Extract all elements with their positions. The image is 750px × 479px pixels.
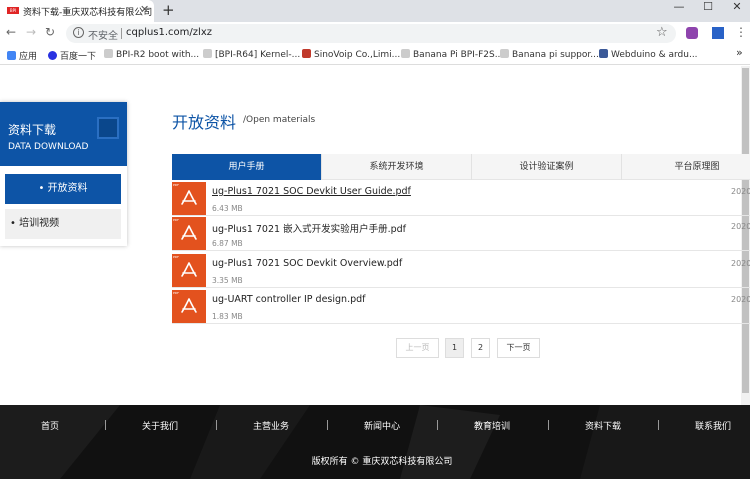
minimize-icon[interactable]: — (669, 0, 689, 13)
tab-schematics[interactable]: 平台原理图 (622, 154, 750, 180)
sidebar: 资料下载 DATA DOWNLOAD • 开放资料 • 培训视频 (0, 102, 127, 246)
footer-separator (105, 420, 106, 430)
file-name-link[interactable]: ug-Plus1 7021 SOC Devkit User Guide.pdf (212, 186, 411, 197)
file-date: 2020 (731, 295, 750, 304)
address-divider (121, 28, 122, 39)
pdf-file-icon: PDF (172, 182, 206, 215)
forward-icon[interactable]: → (26, 25, 36, 39)
footer-nav-item[interactable]: 教育培训 (442, 419, 542, 432)
sidebar-title: 资料下载 (8, 123, 57, 137)
baidu-paw-icon (48, 51, 57, 60)
url-text[interactable]: cqplus1.com/zlxz (126, 27, 212, 38)
reload-icon[interactable]: ↻ (45, 25, 55, 39)
extension-icon[interactable] (686, 27, 698, 39)
browser-tab[interactable]: BPI 资料下载-重庆双芯科技有限公司 ✕ (0, 0, 154, 22)
page-1-button[interactable]: 1 (445, 338, 464, 358)
file-size: 6.43 MB (212, 204, 243, 213)
facebook-icon (599, 49, 608, 58)
sidebar-decoration (97, 117, 119, 139)
page-icon (203, 49, 212, 58)
file-row[interactable]: PDF ug-Plus1 7021 SOC Devkit User Guide.p… (172, 181, 750, 216)
page-title: 开放资料 (172, 113, 237, 132)
bookmark-item[interactable]: 应用 (7, 49, 37, 62)
file-row[interactable]: PDF ug-Plus1 7021 嵌入式开发实验用户手册.pdf 6.87 MB 2… (172, 216, 750, 251)
sidebar-subtitle: DATA DOWNLOAD (8, 142, 89, 152)
footer-nav-item[interactable]: 首页 (0, 419, 100, 432)
prev-page-button[interactable]: 上一页 (396, 338, 439, 358)
bookmark-item[interactable]: Webduino & ardu... (599, 49, 698, 60)
bookmark-star-icon[interactable]: ☆ (656, 25, 668, 40)
page-2-button[interactable]: 2 (471, 338, 490, 358)
window-close-icon[interactable]: ✕ (727, 0, 747, 13)
footer-nav-item[interactable]: 关于我们 (110, 419, 210, 432)
bookmark-item[interactable]: 百度一下 (48, 49, 96, 62)
file-size: 3.35 MB (212, 276, 243, 285)
close-icon[interactable]: ✕ (140, 3, 149, 16)
more-bookmarks-icon[interactable]: » (736, 46, 743, 59)
address-bar[interactable]: i 不安全 cqplus1.com/zlxz ☆ (66, 24, 676, 43)
browser-toolbar: ← → ↻ i 不安全 cqplus1.com/zlxz ☆ ⋮ (0, 22, 750, 45)
bullet-icon: • (38, 183, 48, 194)
file-name-link[interactable]: ug-Plus1 7021 嵌入式开发实验用户手册.pdf (212, 221, 406, 235)
footer-nav-item[interactable]: 资料下载 (553, 419, 653, 432)
sidebar-item-open-materials[interactable]: • 开放资料 (5, 174, 121, 204)
tab-design-cases[interactable]: 设计验证案例 (472, 154, 622, 180)
file-name-link[interactable]: ug-UART controller IP design.pdf (212, 294, 366, 305)
pdf-file-icon: PDF (172, 254, 206, 287)
file-name-link[interactable]: ug-Plus1 7021 SOC Devkit Overview.pdf (212, 258, 402, 269)
bookmark-item[interactable]: Banana pi suppor... (500, 49, 599, 60)
sidebar-header: 资料下载 DATA DOWNLOAD (0, 102, 127, 166)
tab-dev-environment[interactable]: 系统开发环境 (322, 154, 472, 180)
file-date: 2020 (731, 259, 750, 268)
page-icon (104, 49, 113, 58)
file-size: 6.87 MB (212, 239, 243, 248)
tab-title: 资料下载-重庆双芯科技有限公司 (23, 8, 153, 18)
page-subtitle: /Open materials (243, 115, 316, 125)
file-row[interactable]: PDF ug-UART controller IP design.pdf 1.83 … (172, 289, 750, 324)
tab-user-manual[interactable]: 用户手册 (172, 154, 322, 180)
security-label: 不安全 (88, 31, 118, 42)
maximize-icon[interactable]: ☐ (698, 0, 718, 13)
footer-background-graphic (0, 405, 750, 479)
file-size: 1.83 MB (212, 312, 243, 321)
footer-separator (658, 420, 659, 430)
bookmark-item[interactable]: [BPI-R64] Kernel-... (203, 49, 300, 60)
site-favicon-icon: BPI (7, 7, 19, 14)
footer-separator (437, 420, 438, 430)
bookmarks-bar: 应用 百度一下 BPI-R2 boot with... [BPI-R64] Ke… (0, 45, 750, 65)
copyright: 版权所有 © 重庆双芯科技有限公司 (311, 457, 453, 467)
bookmark-item[interactable]: BPI-R2 boot with... (104, 49, 199, 60)
back-icon[interactable]: ← (6, 25, 16, 39)
bookmark-item[interactable]: Banana Pi BPI-F2S... (401, 49, 503, 60)
pdf-file-icon: PDF (172, 290, 206, 323)
file-date: 2020 (731, 222, 750, 231)
pdf-file-icon: PDF (172, 217, 206, 250)
browser-menu-icon[interactable]: ⋮ (735, 25, 747, 39)
page-icon (500, 49, 509, 58)
footer-separator (547, 420, 549, 430)
apps-icon (7, 51, 16, 60)
next-page-button[interactable]: 下一页 (497, 338, 540, 358)
sinovoip-icon (302, 49, 311, 58)
translate-extension-icon[interactable] (712, 27, 724, 39)
file-date: 2020 (731, 187, 750, 196)
footer-nav-item[interactable]: 新闻中心 (332, 419, 432, 432)
footer-separator (215, 420, 217, 430)
bookmark-item[interactable]: SinoVoip Co.,Limi... (302, 49, 400, 60)
file-row[interactable]: PDF ug-Plus1 7021 SOC Devkit Overview.pdf… (172, 253, 750, 288)
new-tab-icon[interactable]: + (162, 1, 175, 19)
footer-separator (326, 420, 328, 430)
bullet-icon: • (10, 218, 20, 229)
info-icon[interactable]: i (73, 27, 84, 38)
page-icon (401, 49, 410, 58)
footer-nav-item[interactable]: 联系我们 (663, 419, 750, 432)
footer-nav-item[interactable]: 主营业务 (221, 419, 321, 432)
browser-tab-strip: BPI 资料下载-重庆双芯科技有限公司 ✕ + — ☐ ✕ (0, 0, 750, 22)
category-tabs: 用户手册 系统开发环境 设计验证案例 平台原理图 (172, 154, 750, 180)
sidebar-item-training-videos[interactable]: • 培训视频 (5, 209, 121, 239)
footer: 首页 关于我们 主营业务 新闻中心 教育培训 资料下载 联系我们 版权所有 © 重庆双芯科技… (0, 405, 750, 479)
